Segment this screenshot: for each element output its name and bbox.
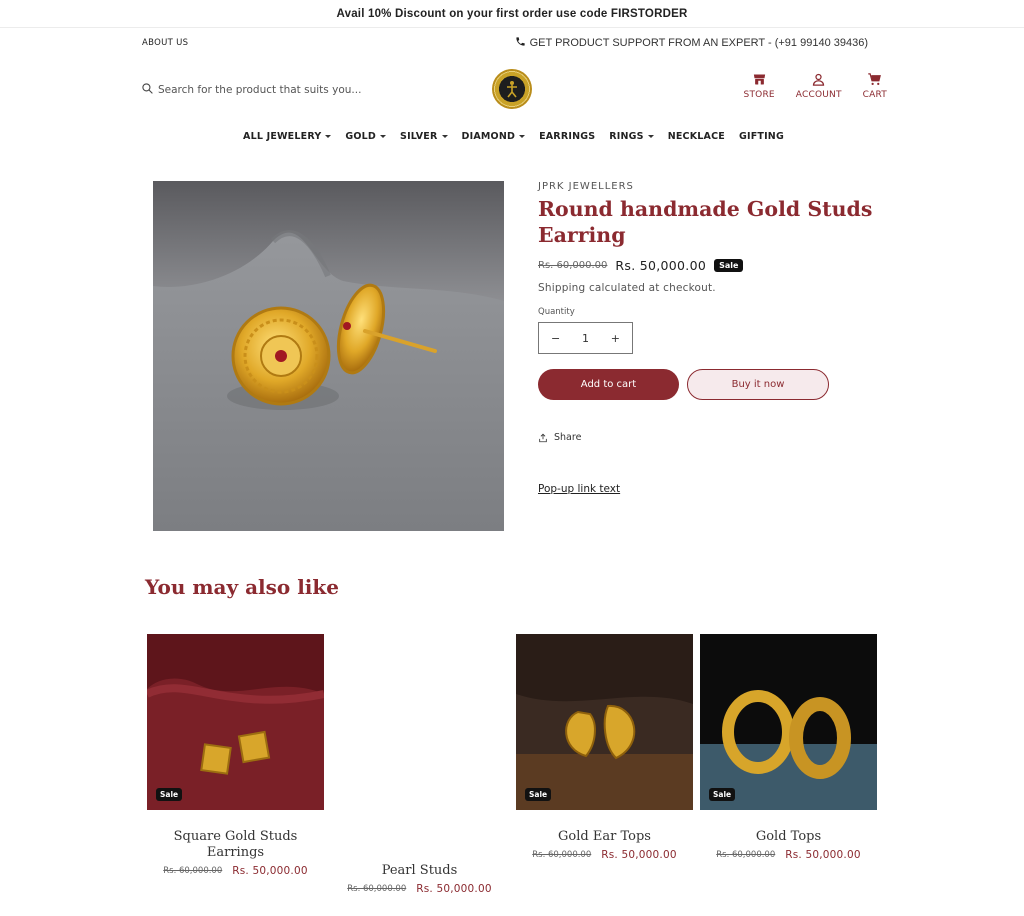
product-card[interactable]: Pearl Studs Rs. 60,000.00 Rs. 50,000.00 xyxy=(331,634,508,895)
chevron-down-icon xyxy=(380,135,387,138)
top-bar: ABOUT US GET PRODUCT SUPPORT FROM AN EXP… xyxy=(0,28,1024,60)
related-heading: You may also like xyxy=(145,575,339,599)
sale-badge: Sale xyxy=(525,788,552,801)
product-card-price: Rs. 60,000.00 Rs. 50,000.00 xyxy=(147,865,324,877)
nav-label: ALL JEWELERY xyxy=(243,131,322,142)
sale-price: Rs. 50,000.00 xyxy=(785,849,861,861)
product-card-price: Rs. 60,000.00 Rs. 50,000.00 xyxy=(331,883,508,895)
compare-price: Rs. 60,000.00 xyxy=(347,884,407,894)
nav-label: GOLD xyxy=(345,131,377,142)
product-card[interactable]: Sale Square Gold Studs Earrings Rs. 60,0… xyxy=(147,634,324,877)
sale-badge: Sale xyxy=(156,788,183,801)
nav-earrings[interactable]: EARRINGS xyxy=(539,131,595,142)
nav-label: GIFTING xyxy=(738,131,784,142)
account-button[interactable]: ACCOUNT xyxy=(796,72,842,100)
share-button[interactable]: Share xyxy=(538,432,878,443)
share-label: Share xyxy=(554,432,582,443)
product-vendor: JPRK JEWELLERS xyxy=(538,181,634,192)
nav-silver[interactable]: SILVER xyxy=(400,131,448,142)
account-label: ACCOUNT xyxy=(795,90,842,100)
sale-price: Rs. 50,000.00 xyxy=(232,865,308,877)
product-card-title[interactable]: Square Gold Studs Earrings xyxy=(147,829,324,861)
buy-now-button[interactable]: Buy it now xyxy=(687,369,829,400)
chevron-down-icon xyxy=(441,135,448,138)
cart-label: CART xyxy=(862,90,887,100)
store-icon xyxy=(753,74,765,85)
cart-icon xyxy=(868,73,882,85)
store-button[interactable]: STORE xyxy=(744,72,775,100)
product-card[interactable]: Sale Gold Ear Tops Rs. 60,000.00 Rs. 50,… xyxy=(516,634,693,861)
compare-price: Rs. 60,000.00 xyxy=(716,850,776,860)
nav-diamond[interactable]: DIAMOND xyxy=(462,131,526,142)
nav-gifting[interactable]: GIFTING xyxy=(739,131,784,142)
sale-price: Rs. 50,000.00 xyxy=(615,258,707,273)
header-icons: STORE ACCOUNT CART xyxy=(744,72,887,100)
announcement-bar: Avail 10% Discount on your first order u… xyxy=(0,0,1024,28)
main-nav: ALL JEWELERY GOLD SILVER DIAMOND EARRING… xyxy=(0,131,1024,142)
sale-price: Rs. 50,000.00 xyxy=(601,849,677,861)
nav-label: EARRINGS xyxy=(539,131,596,142)
search-icon[interactable] xyxy=(141,80,154,99)
product-card[interactable]: Sale Gold Tops Rs. 60,000.00 Rs. 50,000.… xyxy=(700,634,877,861)
nav-label: RINGS xyxy=(609,131,644,142)
brand-logo[interactable] xyxy=(492,69,532,109)
product-card-price: Rs. 60,000.00 Rs. 50,000.00 xyxy=(700,849,877,861)
product-thumbnail[interactable]: Sale xyxy=(700,634,877,810)
quantity-stepper[interactable]: − 1 + xyxy=(538,322,633,354)
user-icon xyxy=(813,73,825,86)
nav-necklace[interactable]: NECKLACE xyxy=(668,131,725,142)
product-title: Round handmade Gold Studs Earring xyxy=(538,197,873,247)
store-label: STORE xyxy=(743,90,775,100)
purchase-buttons: Add to cart Buy it now xyxy=(538,369,878,400)
support-text: GET PRODUCT SUPPORT FROM AN EXPERT - (+9… xyxy=(529,37,868,49)
product-thumbnail[interactable]: Sale xyxy=(516,634,693,810)
nav-gold[interactable]: GOLD xyxy=(345,131,387,142)
logo-figure-icon xyxy=(507,81,517,98)
chevron-down-icon xyxy=(519,135,526,138)
chevron-down-icon xyxy=(647,135,654,138)
nav-label: DIAMOND xyxy=(461,131,516,142)
support-info: GET PRODUCT SUPPORT FROM AN EXPERT - (+9… xyxy=(515,36,868,50)
product-card-price: Rs. 60,000.00 Rs. 50,000.00 xyxy=(516,849,693,861)
product-card-title[interactable]: Pearl Studs xyxy=(331,863,508,879)
nav-label: NECKLACE xyxy=(667,131,725,142)
share-icon xyxy=(539,433,547,442)
chevron-down-icon xyxy=(325,135,332,138)
product-card-title[interactable]: Gold Ear Tops xyxy=(516,829,693,845)
add-to-cart-button[interactable]: Add to cart xyxy=(538,369,679,400)
site-header: STORE ACCOUNT CART xyxy=(0,60,1024,120)
shipping-note: Shipping calculated at checkout. xyxy=(538,282,716,294)
search-bar[interactable] xyxy=(141,80,378,99)
quantity-value[interactable]: 1 xyxy=(582,332,589,345)
decrease-quantity-button[interactable]: − xyxy=(551,332,560,345)
product-image[interactable] xyxy=(153,181,504,531)
sale-badge: Sale xyxy=(709,788,736,801)
nav-all-jewelery[interactable]: ALL JEWELERY xyxy=(243,131,332,142)
product-card-title[interactable]: Gold Tops xyxy=(700,829,877,845)
nav-label: SILVER xyxy=(400,131,438,142)
sale-badge: Sale xyxy=(714,259,744,272)
increase-quantity-button[interactable]: + xyxy=(611,332,620,345)
nav-rings[interactable]: RINGS xyxy=(609,131,654,142)
popup-link[interactable]: Pop-up link text xyxy=(538,483,620,495)
phone-icon xyxy=(515,36,526,50)
price-row: Rs. 60,000.00 Rs. 50,000.00 Sale xyxy=(538,258,878,273)
compare-price: Rs. 60,000.00 xyxy=(538,260,608,271)
sale-price: Rs. 50,000.00 xyxy=(416,883,492,895)
product-info: JPRK JEWELLERS Round handmade Gold Studs… xyxy=(538,181,878,496)
compare-price: Rs. 60,000.00 xyxy=(532,850,592,860)
compare-price: Rs. 60,000.00 xyxy=(163,866,223,876)
product-thumbnail[interactable]: Sale xyxy=(147,634,324,810)
cart-button[interactable]: CART xyxy=(863,72,887,100)
product-thumbnail[interactable] xyxy=(331,634,508,810)
about-us-link[interactable]: ABOUT US xyxy=(142,38,188,48)
quantity-label: Quantity xyxy=(538,307,575,317)
search-input[interactable] xyxy=(158,83,378,96)
